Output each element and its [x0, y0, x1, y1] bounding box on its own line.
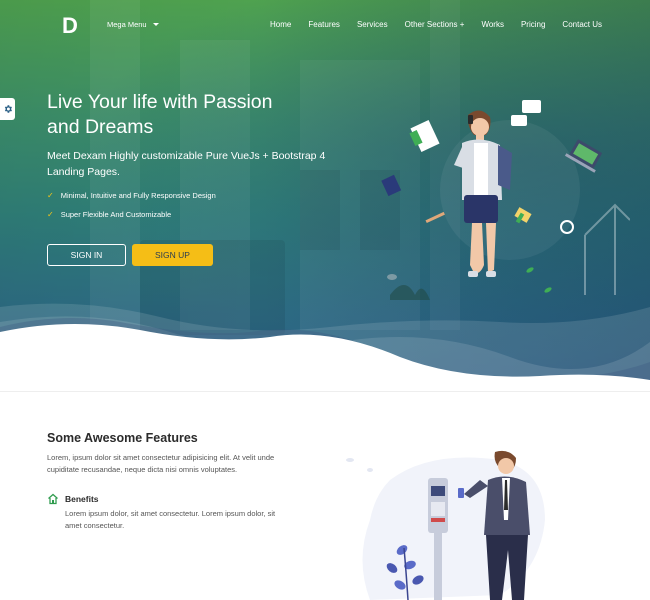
features-description: Lorem, ipsum dolor sit amet consectetur …	[47, 453, 275, 474]
check-icon: ✓	[47, 210, 54, 219]
mega-menu-label: Mega Menu	[107, 20, 147, 29]
main-nav: Home Features Services Other Sections + …	[253, 20, 602, 29]
sign-up-button[interactable]: SIGN UP	[132, 244, 213, 266]
hero-title: Live Your life with Passion and Dreams	[47, 90, 347, 140]
nav-item-services[interactable]: Services	[357, 20, 388, 29]
nav-item-features[interactable]: Features	[308, 20, 340, 29]
brand-logo[interactable]: D	[58, 12, 82, 40]
hero-title-line2: and Dreams	[47, 116, 154, 138]
nav-item-contact-us[interactable]: Contact Us	[562, 20, 602, 29]
hero-wave	[0, 303, 650, 392]
benefit-description: Lorem ipsum dolor, sit amet consectetur.…	[65, 509, 276, 530]
features-illustration	[346, 450, 545, 600]
nav-item-other-sections[interactable]: Other Sections +	[405, 20, 465, 29]
nav-item-pricing[interactable]: Pricing	[521, 20, 545, 29]
benefit-title: Benefits	[65, 494, 99, 504]
hero-title-line1: Live Your life with Passion	[47, 91, 273, 113]
home-icon	[48, 493, 58, 505]
caret-down-icon	[152, 23, 159, 26]
sign-in-button[interactable]: SIGN IN	[47, 244, 126, 266]
gear-icon	[4, 105, 12, 113]
features-title: Some Awesome Features	[47, 431, 198, 445]
hero-feature-item: ✓ Minimal, Intuitive and Fully Responsiv…	[47, 191, 216, 200]
hero-feature-item: ✓ Super Flexible And Customizable	[47, 210, 171, 219]
mega-menu-dropdown[interactable]: Mega Menu	[107, 20, 159, 29]
settings-tab[interactable]	[0, 98, 15, 120]
nav-item-home[interactable]: Home	[270, 20, 291, 29]
section-divider	[0, 391, 650, 392]
check-icon: ✓	[47, 191, 54, 200]
hero-subtitle: Meet Dexam Highly customizable Pure VueJ…	[47, 150, 326, 178]
hero-section: D Mega Menu Home Features Services Other…	[0, 0, 650, 392]
hero-feature-text: Minimal, Intuitive and Fully Responsive …	[60, 191, 216, 200]
hero-feature-text: Super Flexible And Customizable	[60, 210, 172, 219]
nav-item-works[interactable]: Works	[481, 20, 504, 29]
